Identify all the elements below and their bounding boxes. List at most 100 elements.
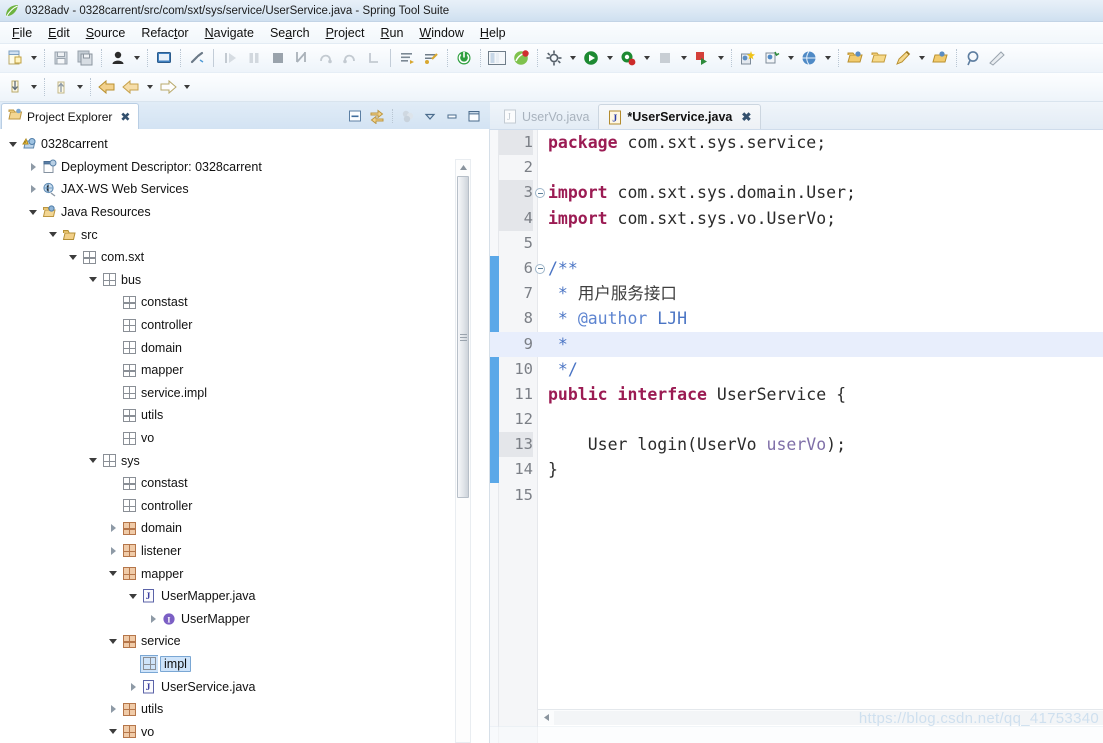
menu-source[interactable]: Source xyxy=(78,24,134,42)
tree-item[interactable]: controller xyxy=(0,495,489,518)
scroll-up-icon[interactable] xyxy=(456,160,470,174)
menu-run[interactable]: Run xyxy=(372,24,411,42)
twisty-collapsed-icon[interactable] xyxy=(106,517,120,539)
tree-item[interactable]: mapper xyxy=(0,562,489,585)
code-line[interactable]: 10 */ xyxy=(490,357,1103,382)
tree-item[interactable]: service.impl xyxy=(0,382,489,405)
project-tree[interactable]: 0328carrent Deployment Descriptor: 0328ca… xyxy=(0,129,490,743)
debug-dropdown-icon[interactable] xyxy=(640,46,653,70)
tree-item[interactable]: vo xyxy=(0,720,489,743)
twisty-expanded-icon[interactable] xyxy=(6,133,20,155)
code-line[interactable]: 11 public interface UserService { xyxy=(490,382,1103,407)
twisty-expanded-icon[interactable] xyxy=(106,630,120,652)
menu-window[interactable]: Window xyxy=(411,24,471,42)
fold-collapse-icon[interactable] xyxy=(535,263,545,274)
tree-item[interactable]: Deployment Descriptor: 0328carrent xyxy=(0,156,489,179)
new-class-dropdown-icon[interactable] xyxy=(784,46,797,70)
tree-item[interactable]: constast xyxy=(0,291,489,314)
menu-help[interactable]: Help xyxy=(472,24,514,42)
code-line[interactable]: 1 package com.sxt.sys.service; xyxy=(490,130,1103,156)
tab-uservo-java[interactable]: J UserVo.java xyxy=(494,104,598,129)
code-line[interactable]: 8 * @author LJH xyxy=(490,306,1103,331)
code-line[interactable]: 3 import com.sxt.sys.domain.User; xyxy=(490,180,1103,206)
tab-userservice-java[interactable]: J *UserService.java ✖ xyxy=(598,104,762,129)
code-line[interactable]: 2 xyxy=(490,155,1103,180)
tab-project-explorer[interactable]: Project Explorer ✖ xyxy=(1,103,140,129)
code-line[interactable]: 4 import com.sxt.sys.vo.UserVo; xyxy=(490,205,1103,231)
power-icon[interactable] xyxy=(452,46,476,70)
maximize-icon[interactable] xyxy=(464,106,484,126)
open-folder-icon[interactable] xyxy=(867,46,891,70)
tree-item[interactable]: src xyxy=(0,223,489,246)
twisty-expanded-icon[interactable] xyxy=(106,563,120,585)
code-line[interactable]: 9 * xyxy=(490,331,1103,357)
drop-frame-icon[interactable] xyxy=(362,46,386,70)
step-into-icon[interactable] xyxy=(290,46,314,70)
tree-item[interactable]: utils xyxy=(0,698,489,721)
pencil-dropdown-icon[interactable] xyxy=(915,46,928,70)
tree-item[interactable]: listener xyxy=(0,540,489,563)
step-over-icon[interactable] xyxy=(314,46,338,70)
gear-build-icon[interactable] xyxy=(542,46,566,70)
new-file-icon[interactable] xyxy=(3,46,27,70)
code-line[interactable]: 14} xyxy=(490,457,1103,482)
scroll-left-icon[interactable] xyxy=(538,710,554,726)
task-list-icon[interactable] xyxy=(395,46,419,70)
terminate-icon[interactable] xyxy=(266,46,290,70)
menu-edit[interactable]: Edit xyxy=(40,24,78,42)
new-task-icon[interactable] xyxy=(419,46,443,70)
code-line[interactable]: 5 xyxy=(490,231,1103,256)
prev-annotation-icon[interactable] xyxy=(3,75,27,99)
tree-item[interactable]: controller xyxy=(0,314,489,337)
tree-item[interactable]: sys xyxy=(0,449,489,472)
tree-item[interactable]: constast xyxy=(0,472,489,495)
code-editor[interactable]: 1 package com.sxt.sys.service; 2 3 import co… xyxy=(490,130,1103,743)
minimize-icon[interactable] xyxy=(442,106,462,126)
step-return-icon[interactable] xyxy=(338,46,362,70)
twisty-expanded-icon[interactable] xyxy=(126,585,140,607)
user-icon[interactable] xyxy=(106,46,130,70)
broken-link-icon[interactable] xyxy=(185,46,209,70)
back-dropdown-icon[interactable] xyxy=(143,75,156,99)
search-globe-icon[interactable] xyxy=(797,46,821,70)
menu-search[interactable]: Search xyxy=(262,24,318,42)
tree-item[interactable]: domain xyxy=(0,336,489,359)
next-annotation-dropdown-icon[interactable] xyxy=(73,75,86,99)
twisty-expanded-icon[interactable] xyxy=(66,246,80,268)
tree-item[interactable]: com.sxt xyxy=(0,246,489,269)
link-editor-icon[interactable] xyxy=(367,106,387,126)
twisty-expanded-icon[interactable] xyxy=(106,721,120,743)
tree-item[interactable]: 0328carrent xyxy=(0,133,489,156)
tree-item[interactable]: J UserService.java xyxy=(0,675,489,698)
tree-item[interactable]: bus xyxy=(0,269,489,292)
suspend-icon[interactable] xyxy=(242,46,266,70)
tree-item[interactable]: J UserMapper.java xyxy=(0,585,489,608)
twisty-expanded-icon[interactable] xyxy=(46,224,60,246)
save-all-icon[interactable] xyxy=(73,46,97,70)
tree-item[interactable]: vo xyxy=(0,427,489,450)
tree-item[interactable]: I UserMapper xyxy=(0,607,489,630)
back-history-arrow-icon[interactable] xyxy=(119,75,143,99)
run-server-dropdown-icon[interactable] xyxy=(714,46,727,70)
forward-dropdown-icon[interactable] xyxy=(180,75,193,99)
menu-navigate[interactable]: Navigate xyxy=(197,24,262,42)
back-arrow-icon[interactable] xyxy=(95,75,119,99)
next-annotation-icon[interactable] xyxy=(49,75,73,99)
explorer-scrollbar[interactable] xyxy=(455,159,471,743)
twisty-collapsed-icon[interactable] xyxy=(126,676,140,698)
close-icon[interactable]: ✖ xyxy=(120,111,130,123)
user-dropdown-icon[interactable] xyxy=(130,46,143,70)
prev-annotation-dropdown-icon[interactable] xyxy=(27,75,40,99)
save-icon[interactable] xyxy=(49,46,73,70)
code-line[interactable]: 13 User login(UserVo userVo); xyxy=(490,432,1103,458)
search-dropdown-icon[interactable] xyxy=(821,46,834,70)
close-icon[interactable]: ✖ xyxy=(741,111,751,123)
menu-refactor[interactable]: Refactor xyxy=(133,24,196,42)
open-type-icon[interactable] xyxy=(843,46,867,70)
tree-item[interactable]: domain xyxy=(0,517,489,540)
console-icon[interactable] xyxy=(152,46,176,70)
code-lines[interactable]: 1 package com.sxt.sys.service; 2 3 import co… xyxy=(490,130,1103,743)
run-dropdown-icon[interactable] xyxy=(603,46,616,70)
spring-boot-icon[interactable] xyxy=(509,46,533,70)
chevron-down-icon[interactable] xyxy=(420,106,440,126)
